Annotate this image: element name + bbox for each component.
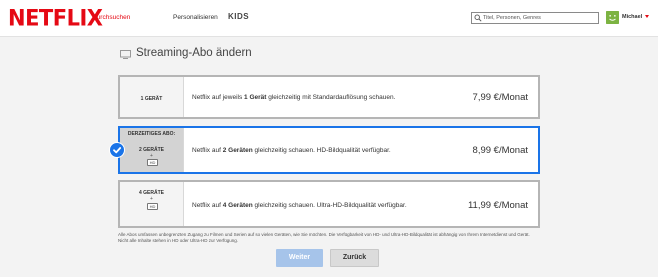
plan-description: Netflix auf 2 Geräten gleichzeitig schau… — [192, 147, 391, 154]
search-input[interactable] — [483, 13, 596, 23]
top-header: NETFLIX Durchsuchen Personalisieren KIDS… — [0, 0, 658, 37]
plan-option-4-devices[interactable]: 4 GERÄTE + HD Netflix auf 4 Geräten glei… — [118, 180, 540, 228]
search-box[interactable] — [471, 12, 599, 24]
plan-info-panel: 4 GERÄTE + HD — [120, 182, 184, 226]
search-icon — [474, 14, 482, 22]
hd-badge-icon: HD — [147, 203, 158, 210]
plan-price: 8,99 €/Monat — [472, 145, 528, 156]
hd-badge-icon: HD — [147, 159, 158, 166]
plan-option-1-device[interactable]: 1 GERÄT Netflix auf jeweils 1 Gerät glei… — [118, 75, 540, 119]
plan-info-panel: DERZEITIGES ABO: 2 GERÄTE + HD — [120, 128, 184, 172]
plan-footnote: Alle Abos umfassen unbegrenzten Zugang z… — [118, 232, 530, 243]
chevron-down-icon[interactable] — [645, 15, 649, 18]
netflix-logo[interactable]: NETFLIX — [8, 5, 103, 30]
plan-description: Netflix auf 4 Geräten gleichzeitig schau… — [192, 202, 407, 209]
smiley-avatar-icon — [606, 11, 619, 24]
plan-price: 7,99 €/Monat — [472, 92, 528, 103]
plan-description: Netflix auf jeweils 1 Gerät gleichzeitig… — [192, 94, 396, 101]
page-title: Streaming-Abo ändern — [136, 47, 252, 59]
tv-icon — [120, 50, 131, 59]
nav-personalize[interactable]: Personalisieren — [173, 14, 218, 21]
profile-name[interactable]: Michael — [622, 14, 642, 20]
nav-browse[interactable]: Durchsuchen — [92, 14, 130, 21]
avatar[interactable] — [606, 11, 619, 24]
plan-price: 11,99 €/Monat — [467, 200, 528, 211]
nav-kids[interactable]: KIDS — [228, 12, 249, 21]
plan-option-2-devices[interactable]: DERZEITIGES ABO: 2 GERÄTE + HD Netflix a… — [118, 126, 540, 174]
plus-sign: + — [150, 196, 153, 202]
back-button[interactable]: Zurück — [330, 249, 379, 267]
plan-info-panel: 1 GERÄT — [120, 77, 184, 117]
plan-devices-label: 1 GERÄT — [140, 96, 163, 102]
checkmark-icon — [109, 142, 125, 158]
current-plan-label: DERZEITIGES ABO: — [127, 131, 176, 137]
next-button[interactable]: Weiter — [276, 249, 323, 267]
